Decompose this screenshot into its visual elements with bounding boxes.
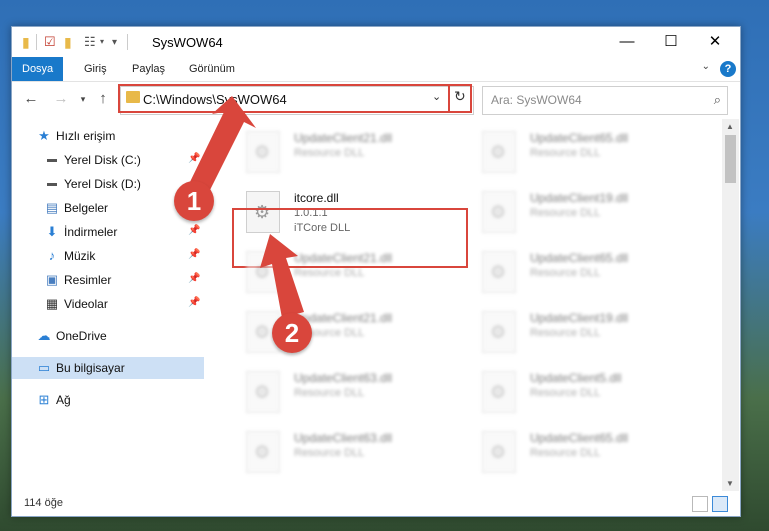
callout-arrows	[188, 96, 304, 318]
arrow-2	[260, 234, 304, 318]
step-badge-2: 2	[272, 313, 312, 353]
step-badge-1: 1	[174, 181, 214, 221]
